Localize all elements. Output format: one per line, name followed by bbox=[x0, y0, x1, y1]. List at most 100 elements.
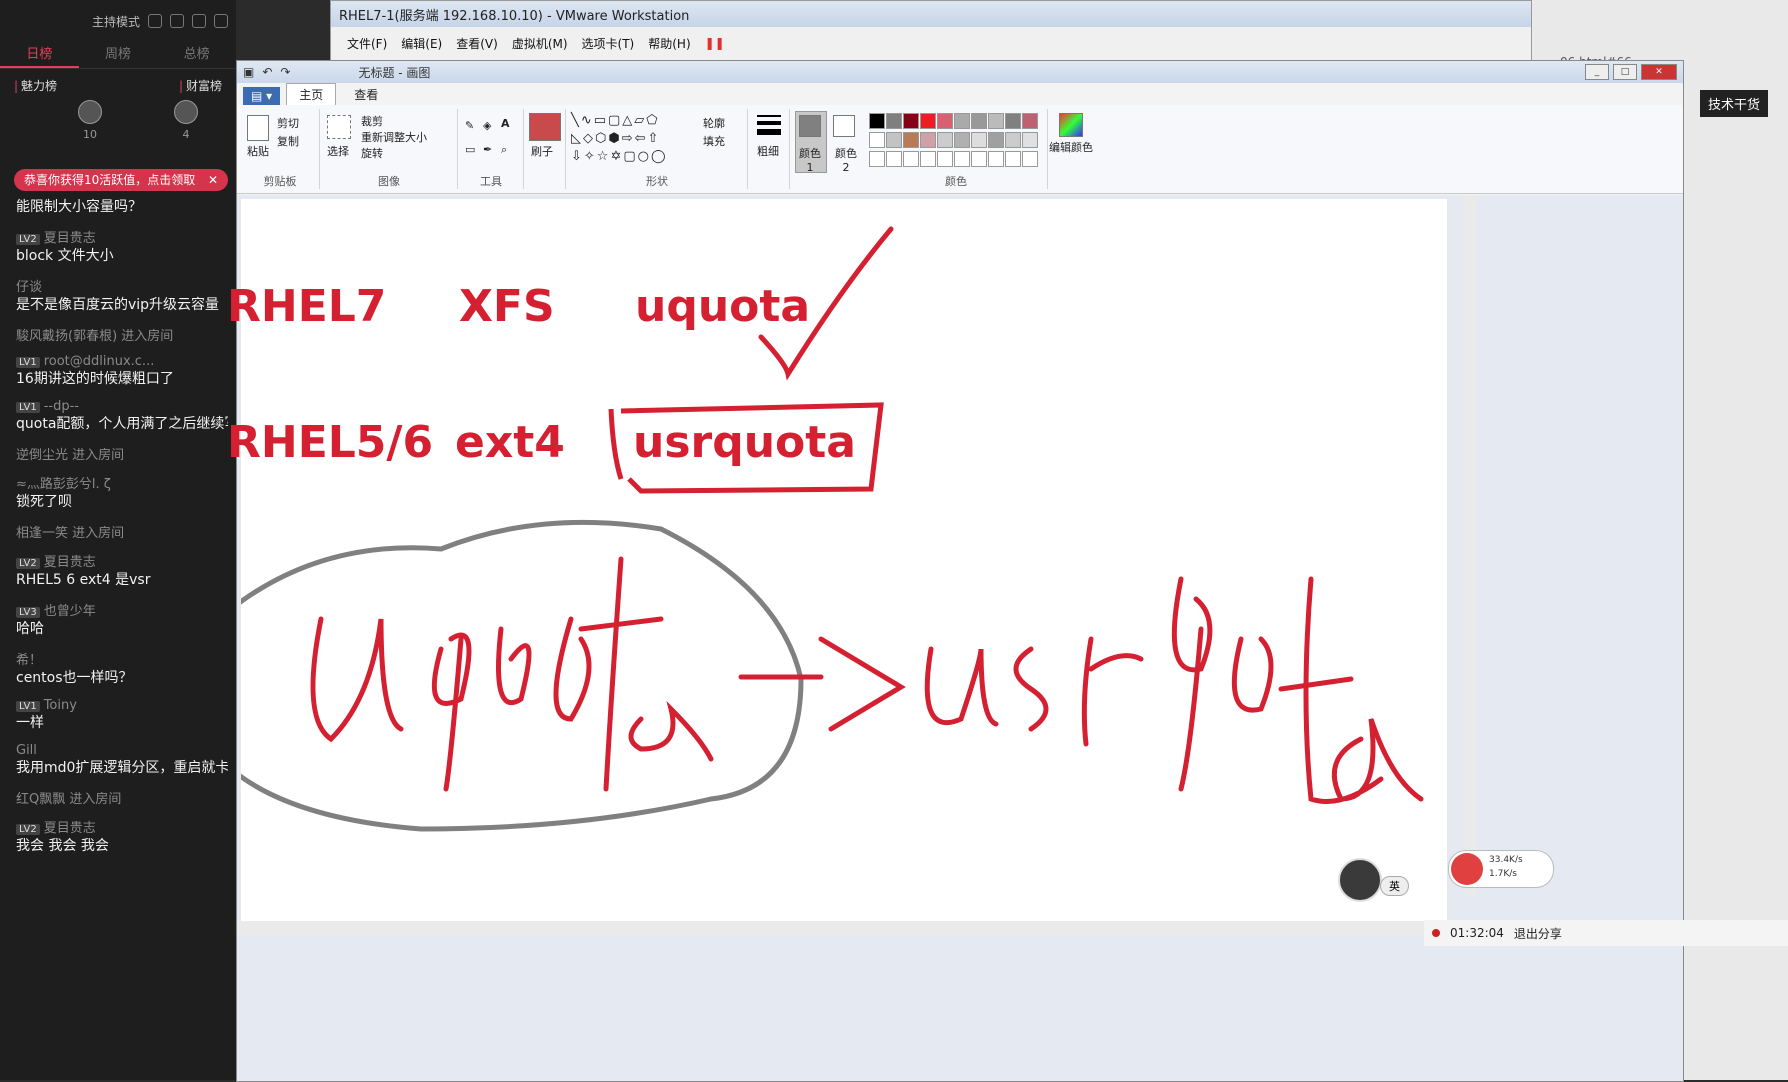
palette-swatch[interactable] bbox=[903, 132, 919, 148]
palette-swatch[interactable] bbox=[988, 113, 1004, 129]
palette-swatch[interactable] bbox=[886, 132, 902, 148]
edit-colors-button[interactable]: 编辑颜色 bbox=[1049, 139, 1093, 155]
tab-total[interactable]: 总榜 bbox=[157, 42, 236, 68]
tab-weekly[interactable]: 周榜 bbox=[79, 42, 158, 68]
palette-swatch[interactable] bbox=[920, 132, 936, 148]
cut-button[interactable]: 剪切 bbox=[277, 115, 299, 131]
chat-username[interactable]: LV3 也曾少年 bbox=[16, 600, 228, 619]
palette-swatch-empty[interactable] bbox=[988, 151, 1004, 167]
network-speed-widget[interactable]: 33.4K/s 1.7K/s bbox=[1448, 850, 1554, 888]
shapes-gallery-row3[interactable]: ⇩✧☆✡▢○◯ bbox=[571, 149, 668, 164]
resize-button[interactable]: 重新调整大小 bbox=[361, 129, 427, 145]
palette-swatch[interactable] bbox=[869, 132, 885, 148]
crop-button[interactable]: 裁剪 bbox=[361, 113, 383, 129]
chat-username[interactable]: LV2 夏目贵志 bbox=[16, 817, 228, 836]
outline-button[interactable]: 轮廓 bbox=[703, 115, 725, 131]
charm-rank-avatar[interactable]: 10 bbox=[78, 100, 102, 141]
color2-swatch[interactable] bbox=[833, 115, 855, 137]
copy-button[interactable]: 复制 bbox=[277, 133, 299, 149]
undo-icon[interactable]: ↶ bbox=[262, 65, 272, 79]
minimize-icon[interactable] bbox=[192, 14, 206, 28]
minimize-button[interactable]: _ bbox=[1585, 64, 1609, 80]
vm-menu-help[interactable]: 帮助(H) bbox=[648, 35, 690, 52]
palette-swatch-empty[interactable] bbox=[937, 151, 953, 167]
palette-swatch-empty[interactable] bbox=[1022, 151, 1038, 167]
file-menu-button[interactable]: ▤ ▾ bbox=[243, 87, 281, 105]
palette-swatch[interactable] bbox=[869, 113, 885, 129]
exit-share-button[interactable]: 退出分享 bbox=[1514, 925, 1562, 942]
palette-swatch[interactable] bbox=[954, 132, 970, 148]
vertical-scrollbar[interactable] bbox=[1463, 195, 1477, 895]
palette-swatch-empty[interactable] bbox=[971, 151, 987, 167]
fill-button[interactable]: 填充 bbox=[703, 133, 725, 149]
close-icon[interactable]: ✕ bbox=[208, 169, 218, 191]
palette-swatch[interactable] bbox=[903, 113, 919, 129]
tab-daily[interactable]: 日榜 bbox=[0, 42, 79, 68]
close-icon[interactable] bbox=[214, 14, 228, 28]
tab-view[interactable]: 查看 bbox=[342, 84, 390, 105]
palette-swatch[interactable] bbox=[937, 113, 953, 129]
edit-icon[interactable] bbox=[170, 14, 184, 28]
palette-swatch[interactable] bbox=[937, 132, 953, 148]
chat-username[interactable]: 仔谈 bbox=[16, 276, 228, 295]
palette-swatch[interactable] bbox=[1005, 113, 1021, 129]
select-button[interactable]: 选择 bbox=[327, 143, 349, 159]
chat-username[interactable]: LV2 夏目贵志 bbox=[16, 551, 228, 570]
drawing-canvas[interactable]: RHEL7 XFS uquota RHEL5/6 ext4 usrquota bbox=[227, 199, 1447, 929]
chat-username[interactable]: Gill bbox=[16, 743, 228, 758]
shapes-gallery-row2[interactable]: ◺◇⬡⬢⇨⇦⇧ bbox=[571, 131, 660, 146]
save-icon[interactable]: ▣ bbox=[243, 65, 254, 79]
tab-home[interactable]: 主页 bbox=[286, 83, 337, 105]
chat-username[interactable]: 希！ bbox=[16, 649, 228, 668]
palette-swatch[interactable] bbox=[1022, 113, 1038, 129]
palette-swatch-empty[interactable] bbox=[920, 151, 936, 167]
chat-username[interactable]: LV2 夏目贵志 bbox=[16, 227, 228, 246]
paste-button[interactable]: 粘贴 bbox=[247, 143, 269, 159]
palette-swatch-empty[interactable] bbox=[903, 151, 919, 167]
magnifier-icon[interactable]: ⌕ bbox=[501, 143, 507, 157]
wealth-rank-avatar[interactable]: 4 bbox=[174, 100, 198, 141]
reward-banner[interactable]: 恭喜你获得10活跃值，点击领取 ✕ bbox=[14, 169, 228, 191]
redo-icon[interactable]: ↷ bbox=[280, 65, 290, 79]
picker-icon[interactable]: ✒ bbox=[483, 143, 492, 156]
vm-menu-edit[interactable]: 编辑(E) bbox=[401, 35, 442, 52]
tech-tab[interactable]: 技术干货 bbox=[1700, 90, 1769, 117]
chat-username[interactable]: LV1 root@ddlinux.c... bbox=[16, 354, 228, 369]
palette-swatch-empty[interactable] bbox=[954, 151, 970, 167]
pause-icon[interactable]: ❚❚ bbox=[705, 36, 725, 50]
wealth-rank-label[interactable]: 财富榜 bbox=[186, 79, 222, 93]
palette-swatch[interactable] bbox=[988, 132, 1004, 148]
palette-swatch[interactable] bbox=[954, 113, 970, 129]
palette-swatch-empty[interactable] bbox=[886, 151, 902, 167]
horizontal-scrollbar[interactable] bbox=[237, 921, 1465, 935]
size-button[interactable]: 粗细 bbox=[757, 143, 779, 159]
palette-swatch[interactable] bbox=[1022, 132, 1038, 148]
presenter-label[interactable]: 英 bbox=[1380, 876, 1409, 896]
vm-menu-tabs[interactable]: 选项卡(T) bbox=[582, 35, 635, 52]
palette-swatch[interactable] bbox=[920, 113, 936, 129]
palette-swatch-empty[interactable] bbox=[869, 151, 885, 167]
presenter-avatar[interactable] bbox=[1338, 858, 1382, 902]
palette-swatch[interactable] bbox=[971, 132, 987, 148]
settings-icon[interactable] bbox=[148, 14, 162, 28]
palette-swatch-empty[interactable] bbox=[1005, 151, 1021, 167]
charm-rank-label[interactable]: 魅力榜 bbox=[21, 79, 57, 93]
palette-swatch[interactable] bbox=[1005, 132, 1021, 148]
vm-menu-file[interactable]: 文件(F) bbox=[347, 35, 387, 52]
brushes-button[interactable]: 刷子 bbox=[531, 143, 553, 159]
fill-icon[interactable]: ◈ bbox=[483, 119, 491, 132]
chat-username[interactable]: LV1 --dp-- bbox=[16, 399, 228, 414]
palette-swatch[interactable] bbox=[971, 113, 987, 129]
chat-username[interactable]: LV1 Toiny bbox=[16, 698, 228, 713]
chat-username[interactable]: ≈灬路彭彭兮l. ζ bbox=[16, 473, 228, 492]
pencil-icon[interactable]: ✎ bbox=[465, 119, 474, 132]
palette-swatch[interactable] bbox=[886, 113, 902, 129]
eraser-icon[interactable]: ▭ bbox=[465, 143, 475, 156]
vm-menu-view[interactable]: 查看(V) bbox=[456, 35, 498, 52]
close-button[interactable]: ✕ bbox=[1641, 64, 1677, 80]
text-icon[interactable]: A bbox=[501, 117, 510, 130]
vm-menu-vm[interactable]: 虚拟机(M) bbox=[512, 35, 568, 52]
host-mode-label[interactable]: 主持模式 bbox=[92, 13, 140, 30]
rotate-button[interactable]: 旋转 bbox=[361, 145, 383, 161]
shapes-gallery[interactable]: ╲∿▭▢△▱⬠ bbox=[571, 113, 660, 128]
